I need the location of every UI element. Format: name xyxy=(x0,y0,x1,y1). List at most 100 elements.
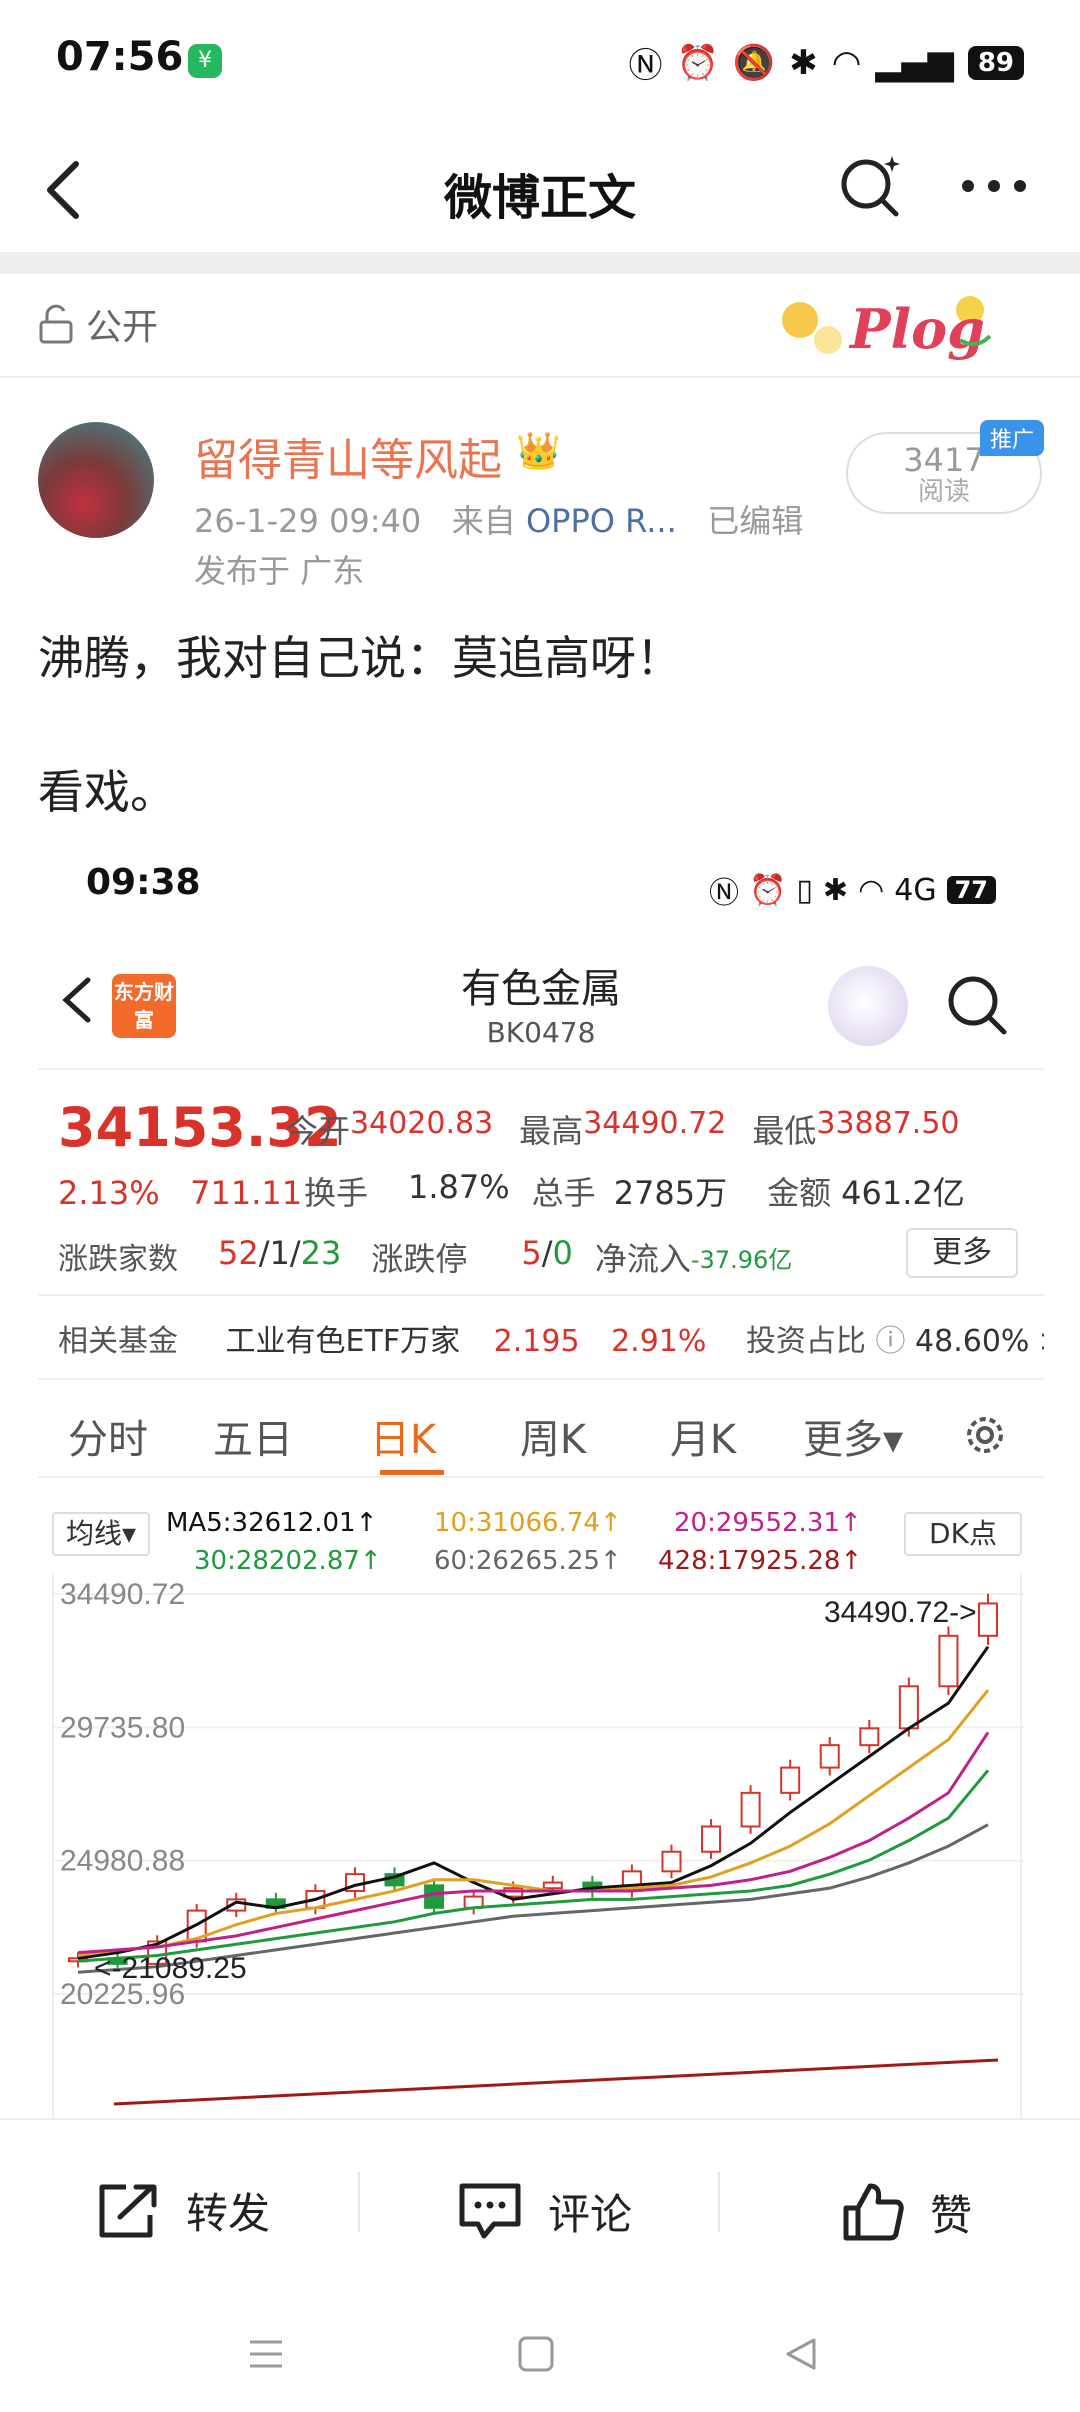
page-title: 微博正文 xyxy=(443,170,636,226)
amount-label: 金额 xyxy=(767,1174,832,1212)
comment-button[interactable]: 评论 xyxy=(456,2180,632,2242)
thumbs-up-icon xyxy=(843,2183,904,2241)
embedded-screenshot[interactable]: 09:38 Ⓝ ⏰ ▯ ✱ ◠ 4G 77 东方财富 有色金属 BK0478 3… xyxy=(38,848,1044,2118)
fund-name: 工业有色ETF万家 xyxy=(225,1324,461,1359)
like-button[interactable]: 赞 xyxy=(840,2180,972,2244)
divider-line xyxy=(38,1294,1044,1296)
plog-text: Plog xyxy=(848,297,985,361)
candle-body xyxy=(898,1685,919,1730)
embed-battery: 77 xyxy=(946,876,996,904)
bluetooth-icon: ✱ xyxy=(822,872,849,908)
tab-intraday: 分时 xyxy=(68,1417,148,1463)
ma30-label: 30:28202.87↑ xyxy=(194,1546,382,1576)
candle-body xyxy=(780,1766,801,1794)
turnover-value: 1.87% xyxy=(408,1168,510,1206)
post-text-line2: 看戏。 xyxy=(38,765,176,819)
repost-button[interactable]: 转发 xyxy=(96,2180,270,2241)
price-change: 2.13% 711.11 xyxy=(58,1174,302,1212)
ma20-label: 20:29552.31↑ xyxy=(674,1508,862,1538)
author-name[interactable]: 留得青山等风起 xyxy=(194,424,502,488)
nfc-icon: Ⓝ xyxy=(628,46,663,86)
dk-point-button: DK点 xyxy=(904,1512,1022,1556)
promo-tag: 推广 xyxy=(980,420,1045,456)
search-icon xyxy=(948,976,1007,1035)
quote-row-2: 换手 1.87% 总手 2785万 金额 461.2亿 xyxy=(304,1168,965,1214)
embed-status-icons: Ⓝ ⏰ ▯ ✱ ◠ 4G 77 xyxy=(709,868,996,912)
back-triangle-icon[interactable] xyxy=(780,2334,820,2374)
status-icons: Ⓝ ⏰ 🔕 ✱ ◠ ▂▄▆ 89 xyxy=(628,38,1024,87)
flat-count: 1 xyxy=(269,1234,290,1272)
open-value: 34020.83 xyxy=(350,1106,494,1141)
alarm-icon: ⏰ xyxy=(676,42,719,83)
divider-line xyxy=(38,1378,1044,1380)
action-separator xyxy=(358,2172,360,2232)
candle-body xyxy=(819,1744,840,1769)
gear-icon xyxy=(967,1417,1003,1453)
action-separator xyxy=(718,2172,720,2232)
change-pct: 2.13% xyxy=(58,1174,160,1212)
source-prefix: 来自 xyxy=(451,502,516,540)
candle-body xyxy=(978,1602,998,1637)
plog-badge: Plog xyxy=(782,296,992,361)
menu-icon[interactable] xyxy=(246,2334,286,2374)
limit-down: 0 xyxy=(552,1234,573,1272)
ma5-label: MA5:32612.01↑ xyxy=(166,1508,378,1538)
candle-body xyxy=(661,1850,682,1873)
tab-daily-k: 日K xyxy=(369,1417,437,1463)
edited-label: 已编辑 xyxy=(707,502,804,540)
netflow-value: -37.96亿 xyxy=(690,1246,793,1274)
quote-row-3: 涨跌家数 52/1/23 涨跌停 5/0 净流入 -37.96亿 xyxy=(58,1234,793,1278)
home-icon[interactable] xyxy=(516,2334,556,2374)
bluetooth-icon: ✱ xyxy=(789,42,818,83)
kline-chart: 34490.7229735.8024980.8820225.9634490.72… xyxy=(54,1578,1024,2106)
post-meta: 26-1-29 09:40 来自 OPPO R... 已编辑 xyxy=(194,496,803,542)
period-tabs: 分时 五日 日K 周K 月K 更多▾ xyxy=(38,1396,1044,1476)
candle-body xyxy=(859,1727,880,1747)
fund-price: 2.195 xyxy=(493,1324,580,1359)
battery-level: 89 xyxy=(967,45,1024,80)
like-label: 赞 xyxy=(930,2190,973,2240)
signal-4g-icon: 4G xyxy=(894,872,937,908)
related-fund-row: 相关基金 工业有色ETF万家 2.195 2.91% 投资占比 ⓘ 48.60%… xyxy=(58,1316,1044,1360)
comment-icon xyxy=(459,2183,521,2239)
candle-body xyxy=(701,1825,722,1853)
post-source[interactable]: OPPO R... xyxy=(526,502,677,540)
candle-body xyxy=(938,1634,959,1688)
crown-icon: 👑 xyxy=(516,431,561,472)
high-annotation: 34490.72-> xyxy=(824,1596,977,1629)
alarm-icon: ⏰ xyxy=(749,872,787,908)
repost-label: 转发 xyxy=(186,2189,271,2238)
unlock-icon xyxy=(39,304,73,344)
comment-label: 评论 xyxy=(548,2189,633,2239)
search-sparkle-icon[interactable] xyxy=(836,150,906,220)
change-abs: 711.11 xyxy=(190,1174,303,1212)
turnover-label: 换手 xyxy=(304,1174,369,1212)
amount-value: 461.2亿 xyxy=(841,1174,965,1212)
quote-row-1: 今开 34020.83 最高 34490.72 最低 33887.50 xyxy=(286,1106,960,1152)
embed-status-time: 09:38 xyxy=(86,862,201,903)
read-label: 阅读 xyxy=(917,477,970,507)
low-label: 最低 xyxy=(752,1112,817,1150)
post-time: 26-1-29 09:40 xyxy=(194,502,422,540)
up-count: 52 xyxy=(218,1234,259,1272)
high-value: 34490.72 xyxy=(583,1106,727,1141)
open-label: 今开 xyxy=(286,1112,351,1150)
ma60-label: 60:26265.25↑ xyxy=(434,1546,622,1576)
vibrate-icon: ▯ xyxy=(796,872,813,908)
limit-up: 5 xyxy=(521,1234,542,1272)
ratio-value: 48.60% > xyxy=(915,1324,1044,1359)
avatar[interactable] xyxy=(38,422,154,538)
breadth-label: 涨跌家数 xyxy=(58,1242,178,1277)
low-value: 33887.50 xyxy=(816,1106,960,1141)
down-count: 23 xyxy=(300,1234,342,1272)
signal-5g-icon: ▂▄▆ xyxy=(875,42,954,83)
wifi-icon: ◠ xyxy=(831,42,862,83)
divider-line xyxy=(38,1476,1044,1478)
fund-pct: 2.91% xyxy=(611,1324,707,1359)
y-tick-label: 34490.72 xyxy=(60,1578,185,1611)
ma-selector: 均线▾ xyxy=(52,1512,150,1556)
more-dots-icon[interactable] xyxy=(962,180,1026,192)
y-tick-label: 24980.88 xyxy=(60,1845,185,1878)
tab-weekly-k: 周K xyxy=(519,1417,587,1463)
post-text-line1: 沸腾，我对自己说：莫追高呀！ xyxy=(38,631,682,685)
